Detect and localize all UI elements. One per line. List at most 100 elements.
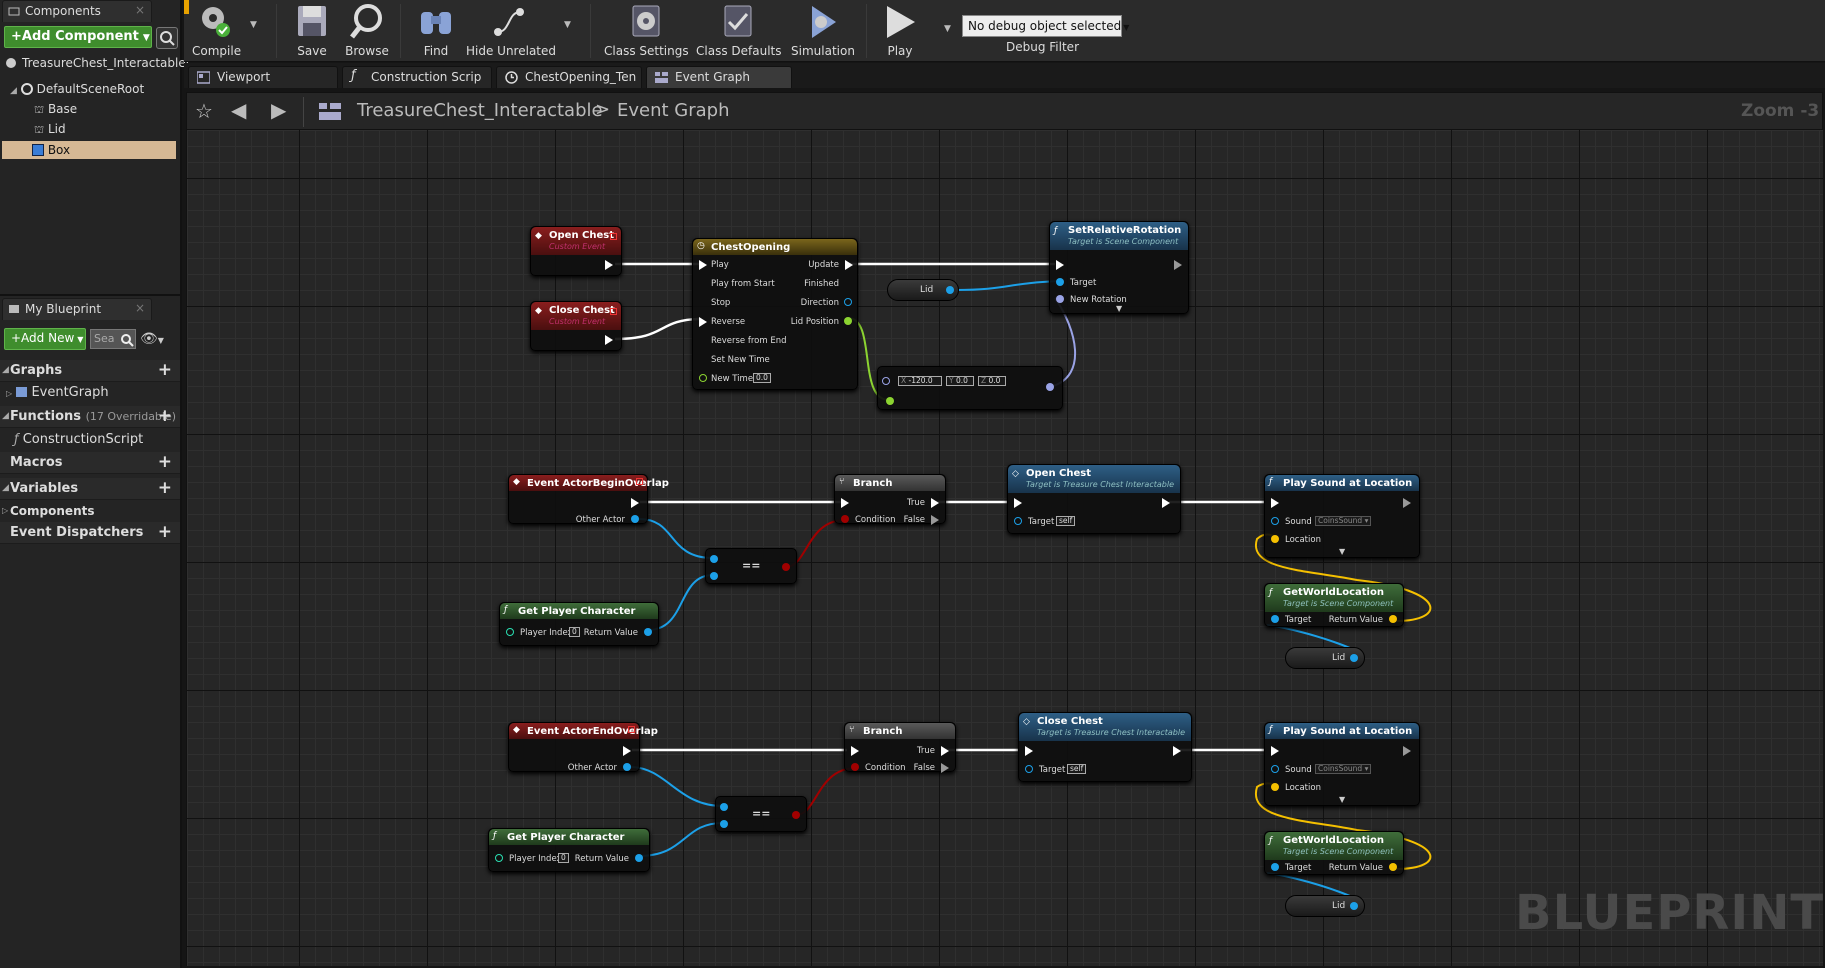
exec-in-pin[interactable] [1025, 746, 1033, 756]
object-out-pin[interactable] [1350, 902, 1358, 910]
enum-out-pin[interactable] [844, 298, 852, 306]
vector-in-pin[interactable] [1271, 783, 1279, 791]
tab-viewport[interactable]: Viewport [188, 66, 338, 88]
delegate-pin-icon[interactable] [628, 726, 635, 733]
exec-in-pin[interactable] [851, 746, 859, 756]
exec-in-pin-play[interactable] [699, 260, 707, 270]
forward-arrow-icon[interactable]: ▶ [271, 98, 286, 122]
equals-object-node[interactable]: == [715, 796, 807, 832]
rotator-y-input[interactable]: Y 0.0 [946, 376, 974, 386]
player-index-input[interactable]: 0 [558, 853, 569, 863]
section-functions[interactable]: ◢ Functions (17 Overridable) + [0, 406, 180, 428]
exec-out-pin-update[interactable] [845, 260, 853, 270]
plus-icon[interactable]: + [158, 452, 172, 472]
class-defaults-button[interactable]: Class Defaults [696, 2, 781, 58]
play-options-chevron-icon[interactable]: ▼ [944, 24, 951, 34]
rotator-in-pin[interactable] [1056, 295, 1064, 303]
exec-in-pin[interactable] [1056, 260, 1064, 270]
section-variables[interactable]: ◢ Variables + [0, 478, 180, 500]
section-macros[interactable]: Macros + [0, 452, 180, 474]
exec-out-pin-false[interactable] [941, 763, 949, 773]
object-in-pin[interactable] [1271, 765, 1279, 773]
bool-out-pin[interactable] [782, 563, 790, 571]
add-new-button[interactable]: +Add New ▼ [4, 328, 86, 350]
function-play-sound-at-location[interactable]: ƒ Play Sound at Location Sound CoinsSoun… [1264, 474, 1420, 558]
float-in-pin[interactable] [699, 374, 707, 382]
object-out-pin[interactable] [635, 854, 643, 862]
event-actor-end-overlap[interactable]: ◆ Event ActorEndOverlap Other Actor [508, 722, 658, 773]
exec-out-pin[interactable] [1173, 746, 1181, 756]
rotator-in-pin[interactable] [882, 377, 890, 385]
rotator-x-input[interactable]: X -120.0 [898, 376, 942, 386]
function-item-constructionscript[interactable]: ƒ ConstructionScript [14, 432, 143, 447]
compile-button[interactable]: Compile [192, 2, 241, 58]
section-components[interactable]: ▷ Components [0, 501, 180, 523]
bool-in-pin[interactable] [841, 515, 849, 523]
variable-get-lid[interactable]: Lid [1285, 647, 1365, 669]
tree-item-box[interactable]: Box [2, 141, 176, 159]
class-settings-button[interactable]: Class Settings [604, 2, 689, 58]
root-object[interactable]: TreasureChest_Interactable( [6, 54, 190, 72]
player-index-input[interactable]: 0 [569, 627, 580, 637]
object-in-pin-a[interactable] [720, 803, 728, 811]
equals-object-node[interactable]: == [705, 548, 797, 584]
close-icon[interactable]: × [135, 3, 145, 17]
sound-asset-select[interactable]: CoinsSound ▾ [1315, 764, 1372, 774]
event-actor-begin-overlap[interactable]: ◆ Event ActorBeginOverlap Other Actor [508, 474, 669, 525]
object-in-pin[interactable] [1271, 615, 1279, 623]
exec-out-pin-false[interactable] [931, 515, 939, 525]
add-component-button[interactable]: +Add Component ▼ [4, 26, 152, 48]
exec-out-pin[interactable] [1403, 498, 1411, 508]
vector-in-pin[interactable] [1271, 535, 1279, 543]
tree-item-lid[interactable]: ⛫ Lid [34, 120, 66, 138]
star-favorite-icon[interactable]: ☆ [195, 99, 213, 123]
my-blueprint-tab[interactable]: My Blueprint × [2, 298, 152, 320]
function-play-sound-at-location[interactable]: ƒ Play Sound at Location Sound CoinsSoun… [1264, 722, 1420, 806]
plus-icon[interactable]: + [158, 360, 172, 380]
function-get-world-location[interactable]: ƒ GetWorldLocation Target is Scene Compo… [1264, 831, 1404, 875]
exec-out-pin[interactable] [1162, 498, 1170, 508]
object-out-pin[interactable] [644, 628, 652, 636]
rotator-z-input[interactable]: Z 0.0 [978, 376, 1006, 386]
bool-in-pin[interactable] [851, 763, 859, 771]
exec-in-pin-reverse[interactable] [699, 317, 707, 327]
hide-unrelated-options-chevron-icon[interactable]: ▼ [564, 20, 571, 30]
object-in-pin[interactable] [1014, 517, 1022, 525]
object-in-pin[interactable] [1271, 863, 1279, 871]
play-button[interactable]: Play [876, 2, 924, 58]
exec-in-pin[interactable] [1271, 498, 1279, 508]
back-arrow-icon[interactable]: ◀ [231, 98, 246, 122]
object-out-pin[interactable] [631, 515, 639, 523]
advanced-expand-icon[interactable]: ▼ [1339, 547, 1345, 556]
float-in-pin[interactable] [886, 397, 894, 405]
object-out-pin[interactable] [1350, 654, 1358, 662]
get-player-character[interactable]: ƒ Get Player Character Player Index 0 Re… [499, 602, 659, 646]
advanced-expand-icon[interactable]: ▼ [1116, 304, 1122, 313]
plus-icon[interactable]: + [158, 406, 172, 426]
exec-out-pin[interactable] [605, 260, 613, 270]
exec-out-pin-true[interactable] [941, 746, 949, 756]
search-input[interactable]: Sea [90, 329, 136, 349]
breadcrumb-blueprint[interactable]: TreasureChest_Interactable [357, 100, 603, 121]
object-in-pin-b[interactable] [710, 572, 718, 580]
object-out-pin[interactable] [946, 286, 954, 294]
exec-in-pin[interactable] [841, 498, 849, 508]
variable-get-lid[interactable]: Lid [887, 279, 959, 301]
event-graph-canvas[interactable]: ◆ Open Chest Custom Event ◆ Close Chest … [186, 130, 1823, 966]
find-button[interactable]: Find [414, 2, 458, 58]
rotator-out-pin[interactable] [1046, 383, 1054, 391]
plus-icon[interactable]: + [158, 478, 172, 498]
float-out-pin[interactable] [844, 317, 852, 325]
function-call-open-chest[interactable]: ◇ Open Chest Target is Treasure Chest In… [1007, 464, 1181, 534]
delegate-pin-icon[interactable] [610, 233, 617, 240]
tree-item-defaultsceneroot[interactable]: ◢ DefaultSceneRoot [10, 80, 144, 98]
object-in-pin[interactable] [1271, 517, 1279, 525]
exec-in-pin[interactable] [1271, 746, 1279, 756]
timeline-chestopening[interactable]: ◷ ChestOpening Play Play from Start Stop… [692, 238, 858, 390]
int-in-pin[interactable] [495, 854, 503, 862]
make-rotator[interactable]: X -120.0 Y 0.0 Z 0.0 [877, 366, 1063, 410]
exec-out-pin[interactable] [1403, 746, 1411, 756]
tab-construction-script[interactable]: ƒ Construction Scrip [342, 66, 492, 88]
exec-out-pin[interactable] [1174, 260, 1182, 270]
get-player-character[interactable]: ƒ Get Player Character Player Index 0 Re… [488, 828, 650, 872]
